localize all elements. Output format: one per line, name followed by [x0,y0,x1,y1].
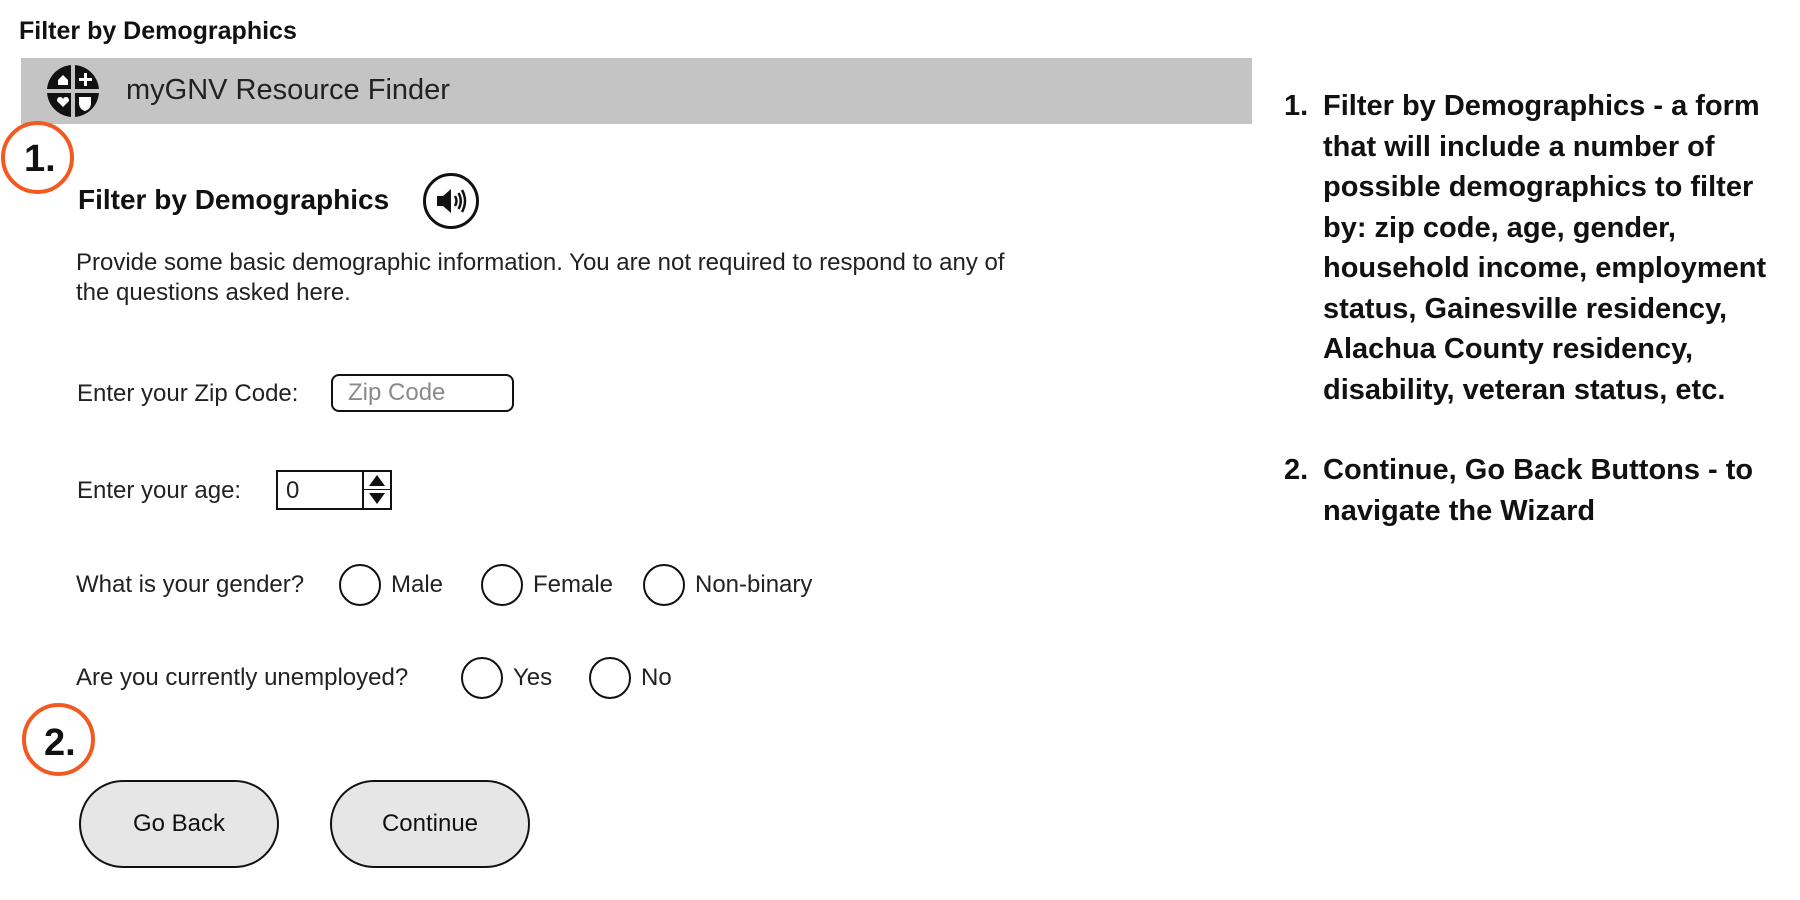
read-aloud-button[interactable] [423,173,479,229]
age-stepper[interactable]: 0 [276,470,392,510]
continue-button[interactable]: Continue [330,780,530,868]
zip-code-label: Enter your Zip Code: [77,380,299,407]
zip-code-input[interactable] [331,374,514,412]
unemployed-yes-label: Yes [513,664,553,691]
note-text: Filter by Demographics - a form that wil… [1323,90,1767,406]
callout-number-2: 2. [44,722,76,764]
note-number: 1. [1284,90,1309,122]
gender-female-radio[interactable] [481,564,523,606]
note-text: Continue, Go Back Buttons - to navigate … [1323,454,1754,527]
note-item: 2. Continue, Go Back Buttons - to naviga… [1284,450,1784,531]
gender-nonbinary-radio[interactable] [643,564,685,606]
gender-female-label: Female [533,571,614,598]
gender-male-radio[interactable] [339,564,381,606]
unemployed-yes-radio[interactable] [461,657,503,699]
age-decrement-icon[interactable] [364,490,390,508]
unemployed-no-radio[interactable] [589,657,631,699]
annotation-notes: 1. Filter by Demographics - a form that … [1284,86,1784,531]
quadrant-cross-logo-icon [47,65,99,117]
app-name: myGNV Resource Finder [126,74,450,106]
go-back-button[interactable]: Go Back [79,780,279,868]
gender-male-label: Male [391,571,444,598]
app-header: myGNV Resource Finder [21,58,1252,124]
note-item: 1. Filter by Demographics - a form that … [1284,86,1784,410]
unemployed-label: Are you currently unemployed? [76,664,409,691]
gender-nonbinary-label: Non-binary [695,571,813,598]
gender-label: What is your gender? [76,571,305,598]
unemployed-no-label: No [641,664,672,691]
form-intro-text: Provide some basic demographic informati… [76,249,1005,306]
age-spinner [362,472,390,508]
callout-number-1: 1. [24,138,56,180]
age-value: 0 [286,477,300,504]
age-label: Enter your age: [77,477,242,504]
page-title: Filter by Demographics [19,17,297,45]
age-increment-icon[interactable] [364,472,390,490]
speaker-icon [437,189,467,213]
note-number: 2. [1284,454,1309,486]
form-title: Filter by Demographics [78,184,390,215]
